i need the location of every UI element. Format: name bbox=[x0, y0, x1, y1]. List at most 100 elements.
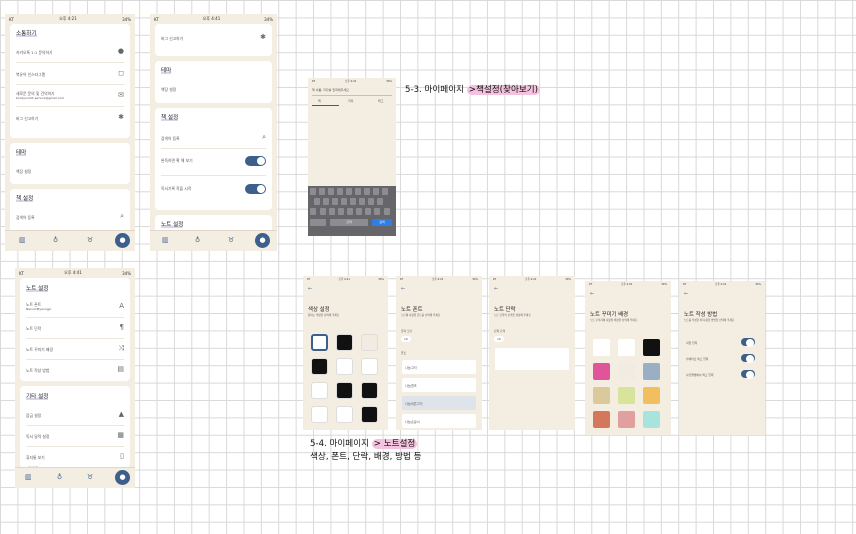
other-card: 기타 설정 잠금 설정▲ 독서 달력 설정▦ 휴지통 보기▯ 수정 기록 bbox=[20, 386, 130, 470]
font-sub: NanumMyeongjo bbox=[26, 307, 52, 311]
status-bar: KT 오후 4:21 34% bbox=[493, 277, 571, 282]
screen-title: 노트 꾸미기 배경 bbox=[590, 312, 629, 318]
method-label: 직접 입력 bbox=[686, 341, 698, 345]
background-swatch[interactable] bbox=[643, 339, 660, 356]
status-bar: KT 오후 4:41 34% bbox=[19, 270, 131, 276]
list-item[interactable]: 노트 단락 ¶ bbox=[26, 318, 124, 339]
font-option[interactable]: 나눔고딕 bbox=[402, 360, 476, 374]
search-icon: ⌕ bbox=[262, 133, 266, 141]
list-item[interactable]: 검색어 등록 ⌕ bbox=[16, 207, 124, 227]
list-item[interactable]: 버그 신고하기 ✱ bbox=[16, 108, 124, 128]
background-swatch[interactable] bbox=[618, 339, 635, 356]
bug-icon: ✱ bbox=[260, 33, 266, 41]
space-key[interactable]: 간격 bbox=[330, 219, 368, 226]
bulb-icon[interactable]: ♁ bbox=[195, 236, 200, 244]
status-bar: KT 오후 4:21 34% bbox=[400, 277, 478, 282]
font-option[interactable]: 나눔손글씨 bbox=[402, 414, 476, 428]
color-setting-screen: KT 오후 4:21 34% ← 색상 설정 원하는 색상을 선택해 주세요 bbox=[303, 276, 388, 430]
trophy-icon[interactable]: ♉ bbox=[228, 236, 234, 244]
paragraph-setting-screen: KT 오후 4:21 34% ← 노트 단락 노트 단락의 간격을 설정해 주세요 … bbox=[489, 276, 575, 430]
color-option[interactable] bbox=[361, 334, 378, 351]
section-title: 테마 bbox=[16, 150, 27, 156]
background-swatch[interactable] bbox=[593, 411, 610, 428]
carrier: KT bbox=[9, 16, 14, 22]
tab-bar: ▥ ♁ ♉ ● bbox=[5, 230, 135, 251]
toggle[interactable] bbox=[741, 370, 755, 379]
trophy-icon[interactable]: ♉ bbox=[87, 236, 93, 244]
section-title: 책 설정 bbox=[16, 196, 34, 202]
trophy-icon[interactable]: ♉ bbox=[87, 473, 93, 481]
color-option[interactable] bbox=[361, 406, 378, 423]
font-option-selected[interactable]: 나눔바른고딕 bbox=[402, 396, 476, 410]
background-swatch[interactable] bbox=[643, 411, 660, 428]
color-option[interactable] bbox=[361, 382, 378, 399]
list-item[interactable]: 버그 신고하기 ✱ bbox=[161, 28, 266, 48]
size-label: 글자 크기 bbox=[401, 329, 413, 333]
color-option[interactable] bbox=[336, 334, 353, 351]
tab-book[interactable]: 책 bbox=[318, 99, 321, 103]
keyboard[interactable]: 간격 검색 bbox=[308, 186, 396, 236]
list-item[interactable]: 북유어 인스타그램 ◻ bbox=[16, 64, 124, 85]
back-arrow-icon[interactable]: ← bbox=[308, 286, 312, 292]
list-item[interactable]: 노트 작성 방법 ▤ bbox=[26, 360, 124, 380]
color-option[interactable] bbox=[311, 382, 328, 399]
list-item[interactable]: 휴지통 보기 ▯ bbox=[26, 447, 124, 467]
toggle[interactable] bbox=[741, 338, 755, 347]
toggle[interactable] bbox=[741, 354, 755, 363]
list-item[interactable]: 검색어 등록 ⌕ bbox=[161, 128, 266, 149]
back-arrow-icon[interactable]: ← bbox=[401, 286, 405, 292]
background-swatch[interactable] bbox=[593, 387, 610, 404]
list-item[interactable]: 노트 꾸미기 배경 ⤨ bbox=[26, 339, 124, 360]
back-arrow-icon[interactable]: ← bbox=[494, 286, 498, 292]
color-option[interactable] bbox=[336, 406, 353, 423]
list-item[interactable]: 새로운 문의 및 건의하기 bookyour01.service@gmail.co… bbox=[16, 86, 124, 107]
color-option[interactable] bbox=[361, 358, 378, 375]
time: 오후 4:21 bbox=[59, 16, 77, 21]
book-icon[interactable]: ▥ bbox=[19, 236, 26, 244]
book-icon[interactable]: ▥ bbox=[162, 236, 169, 244]
list-item[interactable]: 책장 설정 bbox=[16, 161, 124, 181]
list-item[interactable]: 독서 달력 설정 ▦ bbox=[26, 426, 124, 447]
list-item[interactable]: 잠금 설정 ▲ bbox=[26, 405, 124, 426]
background-swatch[interactable] bbox=[618, 411, 635, 428]
theme-card: 테마 책장 설정 bbox=[155, 61, 272, 103]
background-swatch[interactable] bbox=[593, 363, 610, 380]
screen-title: 노트 단락 bbox=[494, 307, 516, 313]
back-arrow-icon[interactable]: ← bbox=[590, 291, 594, 297]
spacing-stepper[interactable]: 16 bbox=[494, 336, 504, 342]
color-option[interactable] bbox=[311, 358, 328, 375]
color-option[interactable] bbox=[311, 334, 328, 351]
list-item[interactable]: 노트 폰트 NanumMyeongjo A bbox=[26, 297, 124, 318]
search-key[interactable]: 검색 bbox=[372, 219, 392, 226]
toggle[interactable] bbox=[245, 156, 266, 166]
color-option[interactable] bbox=[336, 358, 353, 375]
toggle[interactable] bbox=[245, 184, 266, 194]
background-swatch[interactable] bbox=[643, 387, 660, 404]
search-input[interactable]: 책 이름, 저자를 입력해주세요 bbox=[312, 88, 349, 92]
background-swatch[interactable] bbox=[593, 339, 610, 356]
background-swatch[interactable] bbox=[643, 363, 660, 380]
size-stepper[interactable]: 16 bbox=[401, 336, 411, 342]
list-item[interactable]: 카카오톡 1:1 문의하기 ● bbox=[16, 42, 124, 63]
settings-screen-1: KT 오후 4:21 34% 소통하기 카카오톡 1:1 문의하기 ● 북유어 인스타… bbox=[5, 14, 135, 251]
background-swatch[interactable] bbox=[618, 387, 635, 404]
background-swatch[interactable] bbox=[618, 363, 635, 380]
status-bar: KT 오후 4:21 34% bbox=[5, 14, 135, 24]
user-icon[interactable]: ● bbox=[115, 470, 130, 485]
screen-subtitle: 원하는 색상을 선택해 주세요 bbox=[308, 314, 340, 317]
color-option[interactable] bbox=[311, 406, 328, 423]
bug-card: 버그 신고하기 ✱ bbox=[155, 24, 272, 56]
bulb-icon[interactable]: ♁ bbox=[53, 236, 58, 244]
tab-tag[interactable]: 태그 bbox=[378, 99, 384, 103]
list-item[interactable]: 책장 설정 bbox=[161, 79, 266, 99]
user-icon[interactable]: ● bbox=[255, 233, 270, 248]
back-arrow-icon[interactable]: ← bbox=[684, 291, 688, 297]
book-icon[interactable]: ▥ bbox=[25, 473, 32, 481]
font-setting-screen: KT 오후 4:21 34% ← 노트 폰트 노트에 사용될 폰트를 선택해 주세요… bbox=[396, 276, 482, 430]
color-option[interactable] bbox=[336, 382, 353, 399]
tab-author[interactable]: 저자 bbox=[348, 99, 354, 103]
font-option[interactable]: 나눔명조 bbox=[402, 378, 476, 392]
bulb-icon[interactable]: ♁ bbox=[57, 473, 62, 481]
mail-icon: ✉ bbox=[118, 91, 124, 99]
user-icon[interactable]: ● bbox=[115, 233, 130, 248]
